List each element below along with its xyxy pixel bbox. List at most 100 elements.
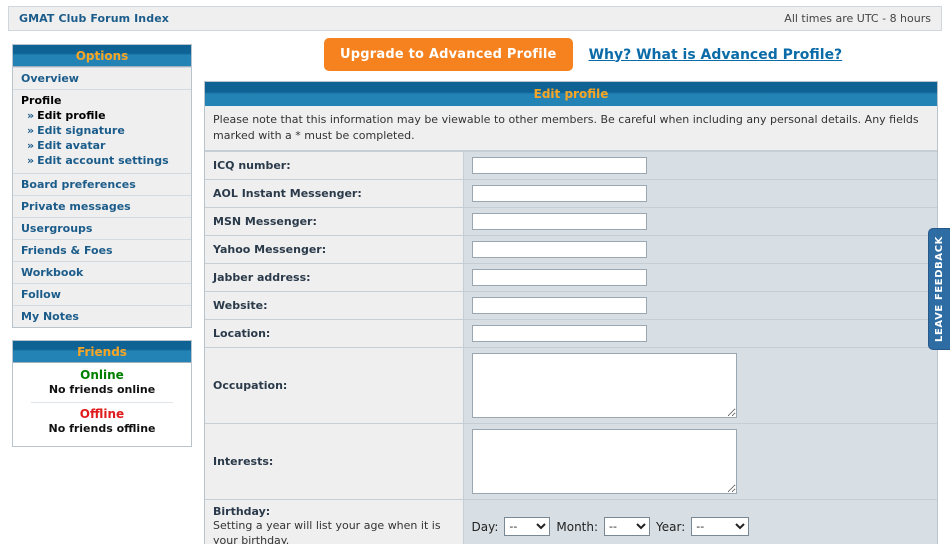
birthday-label: Birthday: — [213, 504, 271, 518]
sidebar-item-edit-account-settings[interactable]: » Edit account settings — [21, 153, 183, 168]
sidebar-item-overview[interactable]: Overview — [13, 67, 191, 89]
page-root: GMAT Club Forum Index All times are UTC … — [0, 0, 950, 544]
chevron-double-right-icon: » — [27, 154, 35, 167]
location-input[interactable] — [471, 324, 647, 342]
field-label-msn: MSN Messenger: — [205, 206, 464, 236]
options-panel: Options Overview Profile » Edit profile »… — [12, 44, 192, 328]
edit-profile-panel: Edit profile Please note that this infor… — [204, 81, 938, 544]
friends-offline-heading: Offline — [79, 407, 125, 421]
field-label-yahoo: Yahoo Messenger: — [205, 234, 464, 264]
friends-offline-empty-text: No friends offline — [48, 422, 156, 435]
sidebar-item-usergroups[interactable]: Usergroups — [13, 217, 191, 239]
upgrade-to-advanced-profile-button[interactable]: Upgrade to Advanced Profile — [324, 38, 573, 71]
table-row: MSN Messenger: — [205, 206, 937, 236]
field-label-icq: ICQ number: — [205, 150, 464, 180]
chevron-double-right-icon: » — [27, 124, 35, 137]
sidebar-item-edit-avatar[interactable]: » Edit avatar — [21, 138, 183, 153]
field-label-birthday: Birthday: Setting a year will list your … — [205, 498, 464, 544]
field-cell-msn — [463, 206, 937, 236]
sidebar-item-edit-signature-label[interactable]: Edit signature — [37, 124, 125, 137]
sidebar-item-private-messages-label[interactable]: Private messages — [21, 200, 131, 213]
field-label-interests: Interests: — [205, 422, 464, 500]
timezone-label: All times are UTC - 8 hours — [784, 12, 931, 25]
birthday-month-label: Month: — [556, 519, 599, 534]
field-cell-location — [463, 318, 937, 348]
sidebar-item-workbook-label[interactable]: Workbook — [21, 266, 83, 279]
jabber-address-input[interactable] — [471, 268, 647, 286]
birthday-day-select[interactable]: -- — [504, 517, 551, 537]
table-row: Jabber address: — [205, 262, 937, 292]
field-cell-occupation — [463, 346, 937, 424]
breadcrumb[interactable]: GMAT Club Forum Index — [19, 12, 169, 25]
friends-panel-body: Online No friends online Offline No frie… — [13, 363, 191, 446]
birthday-selectors: Day: -- Month: -- Year: -- — [471, 517, 930, 537]
sidebar-item-edit-avatar-label[interactable]: Edit avatar — [37, 139, 105, 152]
field-cell-jabber — [463, 262, 937, 292]
sidebar-item-follow-label[interactable]: Follow — [21, 288, 61, 301]
sidebar-item-friends-foes[interactable]: Friends & Foes — [13, 239, 191, 261]
birthday-year-label: Year: — [656, 519, 686, 534]
field-cell-aim — [463, 178, 937, 208]
field-cell-birthday: Day: -- Month: -- Year: -- — [463, 498, 937, 544]
friends-panel-title: Friends — [13, 341, 191, 363]
leave-feedback-label: LEAVE FEEDBACK — [934, 236, 945, 342]
chevron-double-right-icon: » — [27, 139, 35, 152]
field-cell-icq — [463, 150, 937, 180]
birthday-month-select[interactable]: -- — [604, 517, 651, 537]
table-row: Occupation: — [205, 346, 937, 424]
upgrade-row: Upgrade to Advanced Profile Why? What is… — [204, 38, 938, 81]
sidebar-group-profile-title: Profile — [21, 94, 62, 107]
sidebar-item-usergroups-label[interactable]: Usergroups — [21, 222, 92, 235]
chevron-double-right-icon: » — [27, 109, 35, 122]
field-label-website: Website: — [205, 290, 464, 320]
occupation-textarea[interactable] — [471, 352, 737, 418]
interests-textarea[interactable] — [471, 428, 737, 494]
table-row: Location: — [205, 318, 937, 348]
sidebar-item-follow[interactable]: Follow — [13, 283, 191, 305]
yahoo-messenger-input[interactable] — [471, 240, 647, 258]
sidebar-group-profile: Profile » Edit profile » Edit signature » E… — [13, 89, 191, 173]
sidebar: Options Overview Profile » Edit profile »… — [12, 44, 192, 459]
website-input[interactable] — [471, 296, 647, 314]
field-cell-website — [463, 290, 937, 320]
main-content: Upgrade to Advanced Profile Why? What is… — [204, 38, 938, 544]
table-row: Website: — [205, 290, 937, 320]
sidebar-item-my-notes[interactable]: My Notes — [13, 305, 191, 327]
sidebar-item-board-preferences-label[interactable]: Board preferences — [21, 178, 136, 191]
page-title: Edit profile — [205, 82, 937, 106]
sidebar-item-overview-label[interactable]: Overview — [21, 72, 79, 85]
sidebar-item-edit-profile-label[interactable]: Edit profile — [37, 109, 106, 122]
profile-form-table: ICQ number: AOL Instant Messenger: MSN M… — [205, 150, 937, 544]
table-row: AOL Instant Messenger: — [205, 178, 937, 208]
top-navigation-bar: GMAT Club Forum Index All times are UTC … — [8, 6, 942, 31]
sidebar-item-edit-account-settings-label[interactable]: Edit account settings — [37, 154, 169, 167]
sidebar-item-friends-foes-label[interactable]: Friends & Foes — [21, 244, 113, 257]
field-label-aim: AOL Instant Messenger: — [205, 178, 464, 208]
aol-instant-messenger-input[interactable] — [471, 184, 647, 202]
sidebar-item-private-messages[interactable]: Private messages — [13, 195, 191, 217]
birthday-year-select[interactable]: -- — [691, 517, 750, 537]
field-label-location: Location: — [205, 318, 464, 348]
table-row: Birthday: Setting a year will list your … — [205, 498, 937, 544]
sidebar-item-edit-profile[interactable]: » Edit profile — [21, 108, 183, 123]
birthday-day-label: Day: — [471, 519, 499, 534]
table-row: Yahoo Messenger: — [205, 234, 937, 264]
sidebar-item-workbook[interactable]: Workbook — [13, 261, 191, 283]
divider — [31, 402, 173, 403]
field-cell-yahoo — [463, 234, 937, 264]
msn-messenger-input[interactable] — [471, 212, 647, 230]
privacy-notice: Please note that this information may be… — [205, 106, 937, 151]
options-panel-title: Options — [13, 45, 191, 67]
birthday-hint: Setting a year will list your age when i… — [213, 518, 441, 544]
icq-number-input[interactable] — [471, 156, 647, 174]
table-row: Interests: — [205, 422, 937, 500]
field-label-occupation: Occupation: — [205, 346, 464, 424]
why-advanced-profile-link[interactable]: Why? What is Advanced Profile? — [589, 47, 843, 63]
sidebar-item-edit-signature[interactable]: » Edit signature — [21, 123, 183, 138]
table-row: ICQ number: — [205, 150, 937, 180]
friends-online-heading: Online — [80, 368, 124, 382]
sidebar-item-my-notes-label[interactable]: My Notes — [21, 310, 79, 323]
sidebar-item-board-preferences[interactable]: Board preferences — [13, 173, 191, 195]
friends-panel: Friends Online No friends online Offline… — [12, 340, 192, 447]
leave-feedback-tab[interactable]: LEAVE FEEDBACK — [928, 228, 950, 350]
